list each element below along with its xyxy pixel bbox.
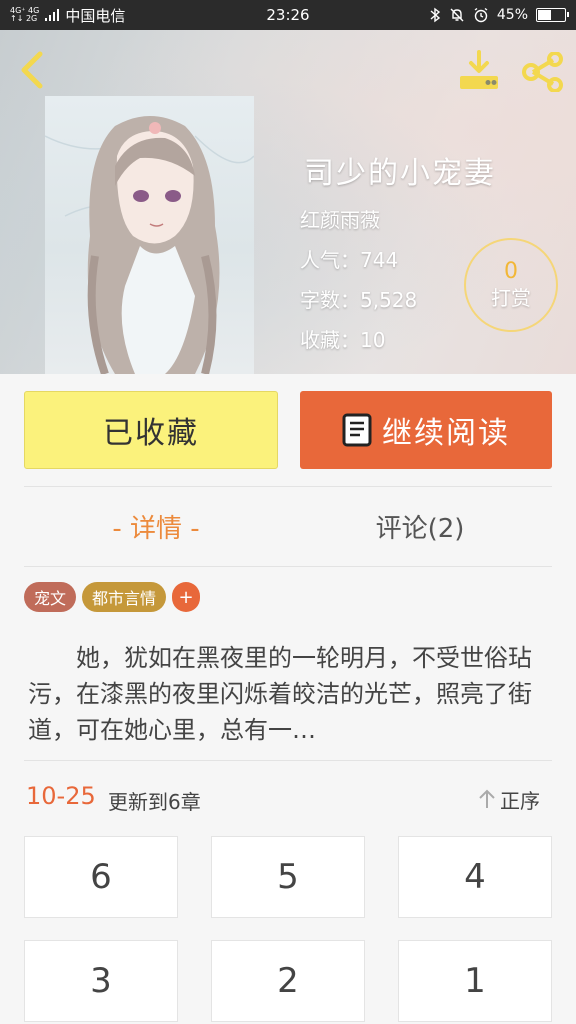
- book-popularity: 人气：744: [300, 248, 399, 272]
- sort-button[interactable]: 正序: [478, 784, 540, 814]
- book-header: 司少的小宠妻 红颜雨薇 人气：744 字数：5,528 收藏：10 0 打赏: [0, 30, 576, 374]
- cover-illustration: [45, 116, 254, 374]
- tag-list: 宠文 都市言情 +: [24, 582, 201, 612]
- arrow-up-icon: [479, 789, 495, 808]
- chevron-left-icon: [21, 51, 43, 89]
- share-icon: [522, 52, 563, 92]
- chapter-button[interactable]: 2: [211, 940, 365, 1022]
- continue-reading-label: 继续阅读: [382, 416, 510, 451]
- collected-button-label: 已收藏: [103, 416, 199, 451]
- tag-chip[interactable]: 都市言情: [82, 582, 167, 612]
- chapter-button[interactable]: 1: [398, 940, 552, 1022]
- share-button[interactable]: [518, 48, 568, 96]
- chapter-button[interactable]: 3: [24, 940, 178, 1022]
- divider: [24, 486, 552, 487]
- chapter-button[interactable]: 4: [398, 836, 552, 918]
- book-cover: [45, 96, 254, 374]
- battery-percent: 45%: [496, 7, 528, 23]
- tab-comments[interactable]: 评论(2): [288, 497, 552, 555]
- reward-count: 0: [504, 259, 518, 284]
- tag-chip[interactable]: 宠文: [24, 582, 77, 612]
- update-text: 更新到6章: [108, 790, 201, 814]
- back-button[interactable]: [12, 48, 52, 92]
- add-tag-button[interactable]: +: [172, 582, 201, 612]
- alarm-icon: [474, 7, 488, 23]
- book-favorites: 收藏：10: [300, 328, 386, 352]
- status-right: 45%: [429, 7, 569, 23]
- bluetooth-icon: [430, 7, 440, 23]
- tab-details[interactable]: - 详情 -: [24, 497, 288, 555]
- network-type-bottom: ↑↓ 2G: [10, 14, 38, 23]
- book-synopsis[interactable]: 她，犹如在黑夜里的一轮明月，不受世俗玷污，在漆黑的夜里闪烁着皎洁的光芒，照亮了街…: [28, 640, 548, 748]
- reward-label: 打赏: [491, 286, 531, 310]
- battery-fill: [538, 10, 551, 20]
- book-title: 司少的小宠妻: [304, 156, 496, 191]
- battery-icon: [536, 8, 569, 22]
- collected-button[interactable]: 已收藏: [24, 391, 278, 469]
- signal-icon: [45, 9, 60, 21]
- carrier-name: 中国电信: [65, 6, 126, 25]
- chapter-button[interactable]: 6: [24, 836, 178, 918]
- reward-button[interactable]: 0 打赏: [464, 238, 558, 332]
- network-type: 4G⁺ 4G ↑↓ 2G: [10, 7, 39, 23]
- mute-bell-icon: [450, 8, 464, 22]
- download-button[interactable]: [454, 46, 504, 96]
- book-word-count: 字数：5,528: [300, 288, 418, 312]
- status-left: 4G⁺ 4G ↑↓ 2G 中国电信: [10, 5, 125, 26]
- status-bar: 4G⁺ 4G ↑↓ 2G 中国电信 23:26 45%: [0, 0, 576, 30]
- chapter-button[interactable]: 5: [211, 836, 365, 918]
- sort-label: 正序: [500, 788, 540, 813]
- divider: [24, 760, 552, 761]
- book-author[interactable]: 红颜雨薇: [300, 204, 380, 233]
- continue-reading-button[interactable]: 继续阅读: [300, 391, 552, 469]
- divider: [24, 566, 552, 567]
- download-icon: [460, 50, 498, 89]
- update-date: 10-25: [26, 782, 96, 810]
- book-icon: [342, 413, 372, 447]
